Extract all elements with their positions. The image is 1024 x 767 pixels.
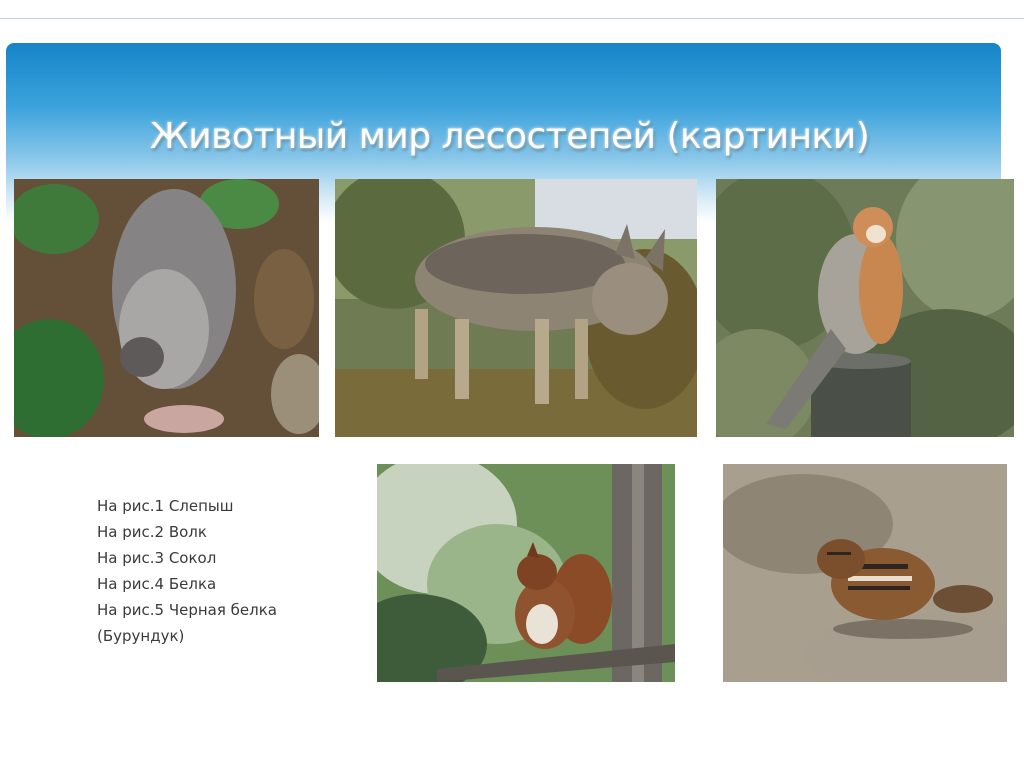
caption-item: (Бурундук) bbox=[97, 627, 185, 645]
caption-item: На рис.3 Сокол bbox=[97, 549, 217, 567]
caption-item: На рис.1 Слепыш bbox=[97, 497, 234, 515]
photo-chipmunk bbox=[723, 464, 1007, 682]
photo-mole-rat bbox=[14, 179, 319, 437]
top-divider bbox=[0, 18, 1024, 19]
photo-squirrel bbox=[377, 464, 675, 682]
caption-item: На рис.2 Волк bbox=[97, 523, 207, 541]
photo-falcon bbox=[716, 179, 1014, 437]
caption-item: На рис.4 Белка bbox=[97, 575, 217, 593]
caption-item: На рис.5 Черная белка bbox=[97, 601, 277, 619]
caption-list: На рис.1 Слепыш На рис.2 Волк На рис.3 С… bbox=[97, 493, 357, 649]
photo-wolf bbox=[335, 179, 697, 437]
slide-title: Животный мир лесостепей (картинки) bbox=[150, 116, 870, 157]
